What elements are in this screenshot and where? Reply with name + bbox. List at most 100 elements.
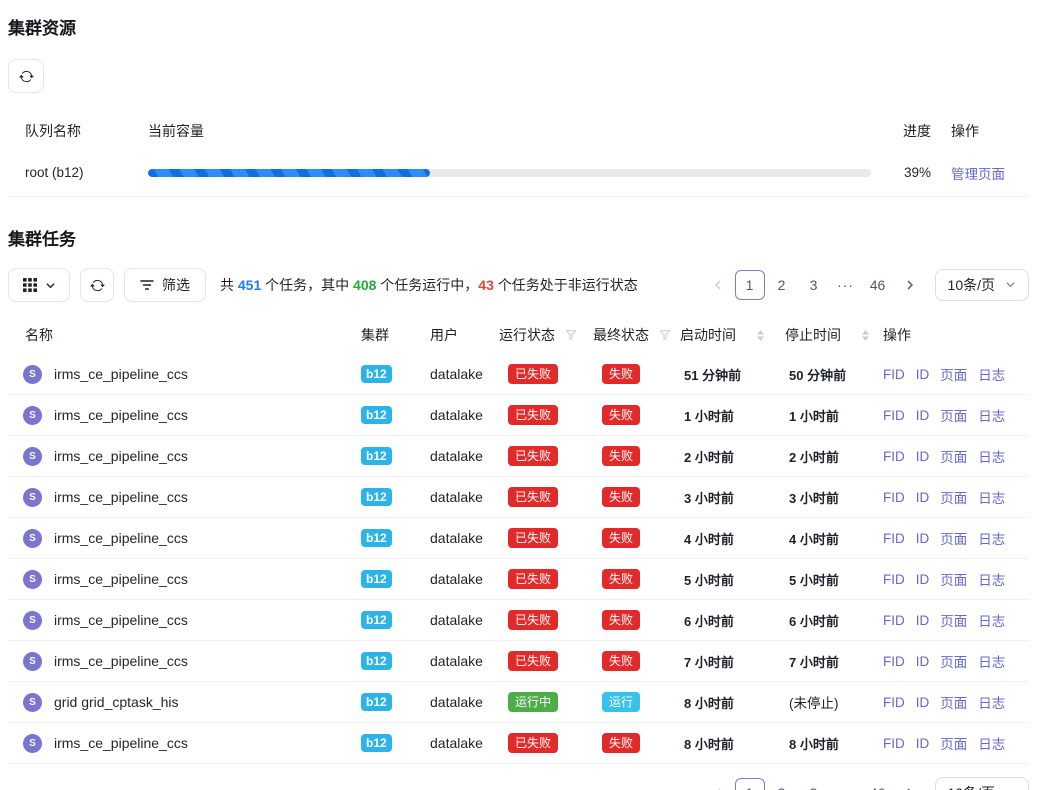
summary-nonrunning-count: 43 — [478, 277, 494, 293]
prev-page-button[interactable] — [703, 778, 733, 790]
run-status-badge: 已失败 — [508, 364, 558, 384]
op-link-page[interactable]: 页面 — [940, 692, 967, 712]
user-cell: datalake — [428, 694, 497, 710]
op-link-id[interactable]: ID — [916, 613, 930, 628]
stop-time: (未停止) — [783, 692, 881, 712]
op-link-id[interactable]: ID — [916, 408, 930, 423]
filter-button[interactable]: 筛选 — [124, 268, 206, 302]
op-link-page[interactable]: 页面 — [940, 528, 967, 548]
cluster-badge: b12 — [361, 406, 392, 424]
op-link-page[interactable]: 页面 — [940, 487, 967, 507]
op-link-id[interactable]: ID — [916, 654, 930, 669]
op-link-log[interactable]: 日志 — [978, 405, 1005, 425]
op-link-log[interactable]: 日志 — [978, 364, 1005, 384]
filter-funnel-icon[interactable] — [659, 329, 671, 341]
op-link-log[interactable]: 日志 — [978, 692, 1005, 712]
cluster-cell: b12 — [359, 734, 428, 752]
manage-page-link[interactable]: 管理页面 — [951, 167, 1005, 182]
cluster-cell: b12 — [359, 570, 428, 588]
op-link-id[interactable]: ID — [916, 572, 930, 587]
page-button-46[interactable]: 46 — [863, 778, 893, 790]
op-link-log[interactable]: 日志 — [978, 569, 1005, 589]
start-time: 7 小时前 — [678, 652, 783, 671]
op-link-fid[interactable]: FID — [883, 613, 905, 628]
start-time: 51 分钟前 — [678, 365, 783, 384]
col-user-label: 用户 — [430, 325, 458, 345]
final-status-badge: 失败 — [602, 446, 640, 466]
sort-carets-icon[interactable] — [861, 330, 870, 341]
sort-carets-icon[interactable] — [756, 330, 765, 341]
op-link-id[interactable]: ID — [916, 695, 930, 710]
page-button-46[interactable]: 46 — [863, 270, 893, 300]
op-link-fid[interactable]: FID — [883, 736, 905, 751]
page-size-select[interactable]: 10条/页 — [935, 269, 1029, 301]
op-link-fid[interactable]: FID — [883, 490, 905, 505]
op-link-id[interactable]: ID — [916, 531, 930, 546]
op-link-fid[interactable]: FID — [883, 408, 905, 423]
op-link-page[interactable]: 页面 — [940, 610, 967, 630]
cluster-badge: b12 — [361, 529, 392, 547]
op-link-log[interactable]: 日志 — [978, 733, 1005, 753]
col-name: 名称 — [8, 325, 359, 345]
start-time: 3 小时前 — [678, 488, 783, 507]
page-button-2[interactable]: 2 — [767, 270, 797, 300]
task-name: irms_ce_pipeline_ccs — [54, 366, 188, 382]
op-link-fid[interactable]: FID — [883, 572, 905, 587]
filter-funnel-icon[interactable] — [565, 329, 577, 341]
final-status-cell: 失败 — [591, 487, 678, 507]
column-settings-button[interactable] — [8, 268, 70, 302]
op-link-page[interactable]: 页面 — [940, 651, 967, 671]
summary-text: 共 — [220, 277, 238, 293]
page-button-3[interactable]: 3 — [799, 270, 829, 300]
task-name: irms_ce_pipeline_ccs — [54, 653, 188, 669]
cluster-badge: b12 — [361, 570, 392, 588]
page-ellipsis[interactable]: ··· — [831, 778, 861, 790]
avatar: S — [23, 529, 42, 548]
tasks-table-header: 名称 集群 用户 运行状态 最终状态 启动时间 — [8, 316, 1029, 354]
op-link-fid[interactable]: FID — [883, 449, 905, 464]
tasks-table: 名称 集群 用户 运行状态 最终状态 启动时间 — [8, 316, 1029, 764]
next-page-button[interactable] — [895, 270, 925, 300]
op-link-page[interactable]: 页面 — [940, 733, 967, 753]
op-link-fid[interactable]: FID — [883, 654, 905, 669]
run-status-cell: 已失败 — [497, 364, 591, 384]
stop-time: 4 小时前 — [783, 529, 881, 548]
page-button-1[interactable]: 1 — [735, 270, 765, 300]
task-name-cell: S irms_ce_pipeline_ccs — [8, 734, 359, 753]
page-size-select[interactable]: 10条/页 — [935, 777, 1029, 790]
op-link-id[interactable]: ID — [916, 367, 930, 382]
op-link-page[interactable]: 页面 — [940, 364, 967, 384]
row-ops: FID ID 页面日志 — [881, 405, 1029, 425]
op-link-page[interactable]: 页面 — [940, 569, 967, 589]
page-size-value: 10条/页 — [948, 783, 995, 790]
row-ops: FID ID 页面日志 — [881, 610, 1029, 630]
op-link-page[interactable]: 页面 — [940, 405, 967, 425]
op-link-id[interactable]: ID — [916, 736, 930, 751]
col-ops: 操作 — [881, 325, 1029, 345]
col-run-status: 运行状态 — [497, 325, 591, 345]
page-button-1[interactable]: 1 — [735, 778, 765, 790]
filter-button-label: 筛选 — [162, 275, 190, 295]
final-status-badge: 失败 — [602, 569, 640, 589]
page-ellipsis[interactable]: ··· — [831, 270, 861, 300]
op-link-id[interactable]: ID — [916, 449, 930, 464]
op-link-log[interactable]: 日志 — [978, 610, 1005, 630]
task-name-cell: S irms_ce_pipeline_ccs — [8, 529, 359, 548]
tasks-refresh-button[interactable] — [80, 268, 114, 302]
op-link-log[interactable]: 日志 — [978, 487, 1005, 507]
op-link-id[interactable]: ID — [916, 490, 930, 505]
op-link-log[interactable]: 日志 — [978, 528, 1005, 548]
next-page-button[interactable] — [895, 778, 925, 790]
op-link-fid[interactable]: FID — [883, 695, 905, 710]
op-link-log[interactable]: 日志 — [978, 651, 1005, 671]
prev-page-button[interactable] — [703, 270, 733, 300]
page-button-3[interactable]: 3 — [799, 778, 829, 790]
task-name-cell: S irms_ce_pipeline_ccs — [8, 611, 359, 630]
op-link-log[interactable]: 日志 — [978, 446, 1005, 466]
stop-time: 1 小时前 — [783, 406, 881, 425]
op-link-fid[interactable]: FID — [883, 531, 905, 546]
op-link-page[interactable]: 页面 — [940, 446, 967, 466]
resources-refresh-button[interactable] — [8, 59, 44, 93]
op-link-fid[interactable]: FID — [883, 367, 905, 382]
page-button-2[interactable]: 2 — [767, 778, 797, 790]
